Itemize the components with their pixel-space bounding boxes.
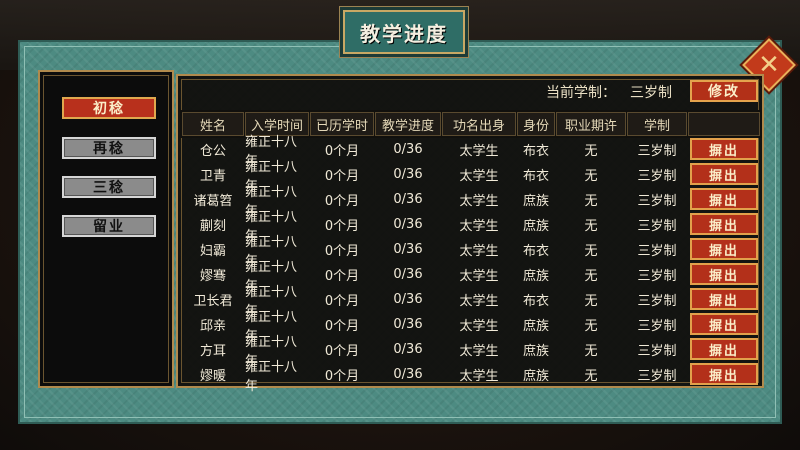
cell-system: 三岁制 bbox=[637, 194, 677, 209]
cell-name: 蒯刻 bbox=[199, 219, 226, 234]
column-header-name: 姓名 bbox=[182, 112, 244, 136]
cell-elapsed: 0个月 bbox=[324, 194, 360, 209]
cell-progress: 0/36 bbox=[393, 142, 423, 157]
cell-elapsed: 0个月 bbox=[324, 219, 360, 234]
expel-button[interactable]: 摒出 bbox=[690, 163, 758, 185]
current-school-value: 三岁制 bbox=[630, 85, 672, 101]
cell-career: 无 bbox=[584, 144, 598, 159]
cell-system: 三岁制 bbox=[637, 144, 677, 159]
cell-status: 布衣 bbox=[522, 244, 549, 259]
cell-career: 无 bbox=[584, 219, 598, 234]
cell-status: 庶族 bbox=[522, 369, 549, 384]
cell-origin: 太学生 bbox=[459, 369, 499, 384]
cell-origin: 太学生 bbox=[459, 169, 499, 184]
cell-elapsed: 0个月 bbox=[324, 269, 360, 284]
cell-career: 无 bbox=[584, 169, 598, 184]
cell-name: 卫青 bbox=[199, 169, 226, 184]
expel-button[interactable]: 摒出 bbox=[690, 363, 758, 385]
cell-elapsed: 0个月 bbox=[324, 244, 360, 259]
cell-progress: 0/36 bbox=[393, 342, 423, 357]
current-school-label: 当前学制： bbox=[546, 85, 616, 101]
cell-elapsed: 0个月 bbox=[324, 319, 360, 334]
cell-career: 无 bbox=[584, 269, 598, 284]
cell-elapsed: 0个月 bbox=[324, 294, 360, 309]
cell-elapsed: 0个月 bbox=[324, 344, 360, 359]
cell-name: 仓公 bbox=[199, 144, 226, 159]
cell-progress: 0/36 bbox=[393, 192, 423, 207]
modify-button[interactable]: 修改 bbox=[690, 80, 758, 102]
expel-button[interactable]: 摒出 bbox=[690, 338, 758, 360]
cell-system: 三岁制 bbox=[637, 344, 677, 359]
cell-status: 庶族 bbox=[522, 194, 549, 209]
cell-career: 无 bbox=[584, 319, 598, 334]
column-header-career: 职业期许 bbox=[556, 112, 626, 136]
cell-elapsed: 0个月 bbox=[324, 144, 360, 159]
expel-button[interactable]: 摒出 bbox=[690, 213, 758, 235]
column-header-elapsed: 已历学时 bbox=[310, 112, 374, 136]
cell-system: 三岁制 bbox=[637, 319, 677, 334]
cell-name: 方耳 bbox=[199, 344, 226, 359]
cell-system: 三岁制 bbox=[637, 219, 677, 234]
cell-progress: 0/36 bbox=[393, 242, 423, 257]
cell-origin: 太学生 bbox=[459, 319, 499, 334]
cell-origin: 太学生 bbox=[459, 219, 499, 234]
cell-status: 布衣 bbox=[522, 294, 549, 309]
cell-status: 庶族 bbox=[522, 269, 549, 284]
cell-elapsed: 0个月 bbox=[324, 369, 360, 384]
cell-name: 嫪暖 bbox=[199, 369, 226, 384]
page-title: 教学进度 bbox=[360, 21, 448, 46]
cell-career: 无 bbox=[584, 194, 598, 209]
cell-origin: 太学生 bbox=[459, 194, 499, 209]
cell-progress: 0/36 bbox=[393, 292, 423, 307]
cell-status: 庶族 bbox=[522, 319, 549, 334]
cell-progress: 0/36 bbox=[393, 167, 423, 182]
cell-status: 庶族 bbox=[522, 344, 549, 359]
cell-career: 无 bbox=[584, 294, 598, 309]
cell-system: 三岁制 bbox=[637, 369, 677, 384]
cell-origin: 太学生 bbox=[459, 269, 499, 284]
expel-button[interactable]: 摒出 bbox=[690, 263, 758, 285]
cell-name: 妇霸 bbox=[199, 244, 226, 259]
table-row: 嫪暖 雍正十八年 0个月 0/36 太学生 庶族 无 三岁制 摒出 bbox=[180, 359, 762, 394]
tab-repeat[interactable]: 留业 bbox=[62, 215, 156, 237]
tab-first-year[interactable]: 初稔 bbox=[62, 97, 156, 119]
cell-progress: 0/36 bbox=[393, 267, 423, 282]
column-header-origin: 功名出身 bbox=[442, 112, 516, 136]
cell-enroll: 雍正十八年 bbox=[245, 359, 298, 394]
tab-second-year[interactable]: 再稔 bbox=[62, 137, 156, 159]
cell-career: 无 bbox=[584, 369, 598, 384]
cell-system: 三岁制 bbox=[637, 294, 677, 309]
column-header-status: 身份 bbox=[517, 112, 555, 136]
cell-progress: 0/36 bbox=[393, 217, 423, 232]
expel-button[interactable]: 摒出 bbox=[690, 313, 758, 335]
column-header-action bbox=[688, 112, 760, 136]
cell-progress: 0/36 bbox=[393, 367, 423, 382]
cell-system: 三岁制 bbox=[637, 244, 677, 259]
cell-career: 无 bbox=[584, 244, 598, 259]
cell-name: 诸葛笤 bbox=[193, 194, 233, 209]
title-plaque: 教学进度 bbox=[343, 10, 465, 54]
cell-origin: 太学生 bbox=[459, 294, 499, 309]
cell-progress: 0/36 bbox=[393, 317, 423, 332]
expel-button[interactable]: 摒出 bbox=[690, 288, 758, 310]
cell-system: 三岁制 bbox=[637, 269, 677, 284]
expel-button[interactable]: 摒出 bbox=[690, 138, 758, 160]
column-header-progress: 教学进度 bbox=[375, 112, 441, 136]
cell-name: 嫪骞 bbox=[199, 269, 226, 284]
cell-status: 布衣 bbox=[522, 169, 549, 184]
cell-system: 三岁制 bbox=[637, 169, 677, 184]
cell-status: 布衣 bbox=[522, 144, 549, 159]
cell-status: 庶族 bbox=[522, 219, 549, 234]
cell-name: 邱亲 bbox=[199, 319, 226, 334]
expel-button[interactable]: 摒出 bbox=[690, 188, 758, 210]
tab-third-year[interactable]: 三稔 bbox=[62, 176, 156, 198]
column-header-system: 学制 bbox=[627, 112, 687, 136]
cell-origin: 太学生 bbox=[459, 344, 499, 359]
cell-origin: 太学生 bbox=[459, 144, 499, 159]
cell-career: 无 bbox=[584, 344, 598, 359]
cell-name: 卫长君 bbox=[193, 294, 233, 309]
cell-origin: 太学生 bbox=[459, 244, 499, 259]
expel-button[interactable]: 摒出 bbox=[690, 238, 758, 260]
cell-elapsed: 0个月 bbox=[324, 169, 360, 184]
